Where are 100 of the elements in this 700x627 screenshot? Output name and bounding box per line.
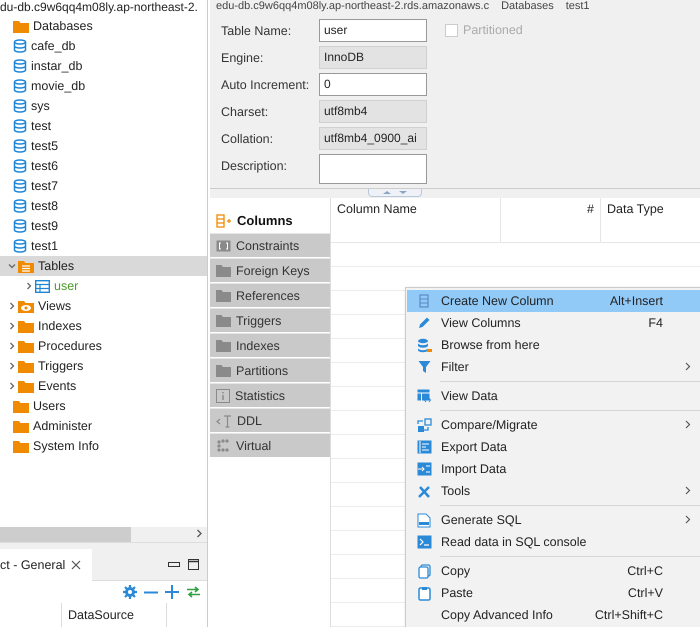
breadcrumb-item[interactable]: Databases bbox=[501, 0, 554, 12]
chevron-right-icon[interactable] bbox=[8, 362, 16, 370]
menu-item[interactable]: Compare/Migrate bbox=[407, 414, 700, 436]
input-field[interactable]: InnoDB bbox=[319, 46, 427, 69]
tree-item[interactable]: movie_db bbox=[0, 76, 207, 96]
tree-item[interactable]: test6 bbox=[0, 156, 207, 176]
database-icon bbox=[13, 179, 27, 193]
tree-item[interactable]: Procedures bbox=[0, 336, 207, 356]
plus-icon[interactable] bbox=[165, 585, 179, 599]
clipboard-icon bbox=[418, 586, 430, 600]
chevron-right-icon[interactable] bbox=[8, 302, 16, 310]
column-header[interactable]: Data Type bbox=[601, 198, 700, 242]
menu-item[interactable]: Create New Column Alt+Insert bbox=[407, 290, 700, 312]
tree-item[interactable]: test1 bbox=[0, 236, 207, 256]
column-icon bbox=[419, 294, 429, 308]
chevron-right-icon[interactable] bbox=[24, 282, 32, 290]
tree-item[interactable]: test5 bbox=[0, 136, 207, 156]
database-icon bbox=[13, 199, 27, 213]
side-tab[interactable]: References bbox=[210, 283, 330, 307]
tree-item[interactable]: Events bbox=[0, 376, 207, 396]
database-icon bbox=[13, 219, 27, 233]
menu-item[interactable]: Import Data bbox=[407, 458, 700, 480]
menu-item[interactable]: View Columns F4 bbox=[407, 312, 700, 334]
folder-icon bbox=[18, 340, 34, 352]
column-header[interactable]: # bbox=[501, 198, 601, 242]
tree-item[interactable]: Triggers bbox=[0, 356, 207, 376]
folder-icon bbox=[216, 314, 231, 326]
database-icon bbox=[13, 119, 27, 133]
tree-item[interactable]: test8 bbox=[0, 196, 207, 216]
tree-item[interactable]: instar_db bbox=[0, 56, 207, 76]
menu-item[interactable]: Browse from here bbox=[407, 334, 700, 356]
horizontal-scrollbar[interactable] bbox=[0, 527, 207, 542]
sql-file-icon bbox=[417, 512, 431, 528]
tree-item[interactable]: Administer bbox=[0, 416, 207, 436]
menu-item[interactable]: Read data in SQL console bbox=[407, 531, 700, 553]
breadcrumb-item[interactable]: test1 bbox=[566, 0, 590, 12]
chevron-right-icon[interactable] bbox=[8, 342, 16, 350]
panel-tab[interactable]: ct - General bbox=[0, 549, 92, 581]
menu-item[interactable]: Generate SQL bbox=[407, 509, 700, 531]
tree-item[interactable]: Views bbox=[0, 296, 207, 316]
input-field[interactable]: utf8mb4 bbox=[319, 100, 427, 123]
swap-icon[interactable] bbox=[186, 586, 201, 598]
folder-icon bbox=[18, 260, 34, 272]
side-tab[interactable]: Statistics bbox=[210, 383, 330, 407]
tree-item[interactable]: test bbox=[0, 116, 207, 136]
tools-icon bbox=[416, 484, 432, 498]
tree-item[interactable]: Databases bbox=[0, 16, 207, 36]
tree-item[interactable]: Users bbox=[0, 396, 207, 416]
menu-item[interactable]: Copy Ctrl+C bbox=[407, 560, 700, 582]
input-field[interactable]: utf8mb4_0900_ai bbox=[319, 126, 427, 150]
menu-item[interactable]: Export Data bbox=[407, 436, 700, 458]
folder-icon bbox=[13, 420, 29, 432]
close-icon[interactable] bbox=[71, 560, 82, 570]
eye-icon bbox=[18, 300, 34, 312]
tree-item[interactable]: sys bbox=[0, 96, 207, 116]
input-field[interactable]: user bbox=[319, 18, 427, 42]
menu-item[interactable]: View Data bbox=[407, 385, 700, 407]
chevron-right-icon[interactable] bbox=[196, 528, 203, 538]
chevron-right-icon[interactable] bbox=[8, 322, 16, 330]
folder-icon bbox=[216, 264, 231, 276]
field-label: Collation: bbox=[221, 130, 274, 146]
menu-item[interactable]: Tools bbox=[407, 480, 700, 502]
maximize-icon[interactable] bbox=[188, 559, 199, 570]
minus-icon[interactable] bbox=[144, 590, 158, 594]
database-icon bbox=[13, 39, 27, 53]
side-tab[interactable]: Partitions bbox=[210, 358, 330, 382]
tree-item[interactable]: test9 bbox=[0, 216, 207, 236]
side-tab[interactable]: Virtual bbox=[210, 433, 330, 457]
folder-icon bbox=[18, 360, 34, 372]
settings-icon[interactable] bbox=[123, 585, 137, 599]
folder-icon bbox=[18, 380, 34, 392]
side-tab[interactable]: Triggers bbox=[210, 308, 330, 332]
import-icon bbox=[416, 462, 432, 476]
menu-item[interactable]: Paste Ctrl+V bbox=[407, 582, 700, 604]
input-field[interactable]: 0 bbox=[319, 72, 427, 96]
tree-item[interactable]: test7 bbox=[0, 176, 207, 196]
compare-icon bbox=[416, 418, 432, 432]
side-tab[interactable]: Foreign Keys bbox=[210, 258, 330, 282]
tree-item[interactable]: Tables bbox=[0, 256, 207, 276]
side-tab[interactable]: Indexes bbox=[210, 333, 330, 357]
splitter-handle[interactable] bbox=[368, 188, 422, 197]
database-icon bbox=[13, 139, 27, 153]
connection-label[interactable]: du-db.c9w6qq4m08ly.ap-northeast-2. bbox=[0, 0, 198, 16]
folder-icon bbox=[13, 400, 29, 412]
breadcrumb-item[interactable]: edu-db.c9w6qq4m08ly.ap-northeast-2.rds.amazonaws.c bbox=[216, 0, 490, 12]
menu-item[interactable]: Filter bbox=[407, 356, 700, 378]
column-header[interactable]: Column Name bbox=[331, 198, 501, 242]
minimize-icon[interactable] bbox=[168, 562, 180, 568]
chevron-right-icon[interactable] bbox=[8, 382, 16, 390]
tree-item[interactable]: Indexes bbox=[0, 316, 207, 336]
columns-icon bbox=[216, 214, 232, 228]
tree-item[interactable]: cafe_db bbox=[0, 36, 207, 56]
tree-item[interactable]: user bbox=[0, 276, 207, 296]
text-area[interactable] bbox=[319, 154, 427, 184]
folder-icon bbox=[216, 340, 231, 352]
menu-item[interactable]: Copy Advanced Info Ctrl+Shift+C bbox=[407, 604, 700, 626]
side-tab[interactable]: DDL bbox=[210, 408, 330, 432]
chevron-down-icon[interactable] bbox=[8, 262, 16, 270]
side-tab[interactable]: Constraints bbox=[210, 233, 330, 257]
tree-item[interactable]: System Info bbox=[0, 436, 207, 456]
